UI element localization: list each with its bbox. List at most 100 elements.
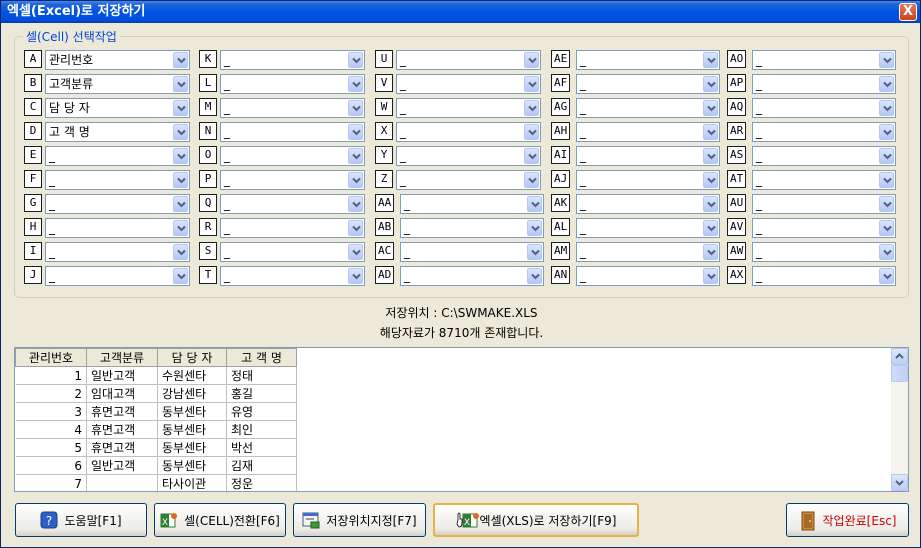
cell-field-select[interactable]: _	[220, 122, 365, 142]
cell-field-select[interactable]: _	[576, 122, 720, 142]
dropdown-arrow-button[interactable]	[173, 268, 188, 284]
vertical-scrollbar[interactable]	[891, 348, 908, 491]
cell-field-select[interactable]: _	[45, 170, 190, 190]
dropdown-arrow-button[interactable]	[703, 76, 718, 92]
dropdown-arrow-button[interactable]	[173, 148, 188, 164]
cell-field-select[interactable]: _	[220, 170, 365, 190]
table-row[interactable]: 6 일반고객 동부센타 김재	[15, 456, 297, 475]
cell-field-select[interactable]: _	[400, 266, 544, 286]
cell-field-select[interactable]: _	[400, 218, 544, 238]
dropdown-arrow-button[interactable]	[527, 196, 542, 212]
column-header[interactable]: 고객분류	[86, 348, 158, 367]
dropdown-arrow-button[interactable]	[703, 220, 718, 236]
scroll-down-button[interactable]	[891, 474, 908, 491]
dropdown-arrow-button[interactable]	[348, 76, 363, 92]
dropdown-arrow-button[interactable]	[879, 76, 894, 92]
dropdown-arrow-button[interactable]	[348, 244, 363, 260]
scroll-thumb[interactable]	[891, 365, 908, 382]
cell-field-select[interactable]: _	[752, 266, 896, 286]
title-bar[interactable]: 엑셀(Excel)로 저장하기 X	[1, 1, 920, 23]
table-row[interactable]: 7 타사이관 정운	[15, 474, 297, 491]
cell-field-select[interactable]: _	[576, 74, 720, 94]
cell-field-select[interactable]: _	[45, 146, 190, 166]
cell-field-select[interactable]: _	[576, 218, 720, 238]
dropdown-arrow-button[interactable]	[703, 244, 718, 260]
dropdown-arrow-button[interactable]	[173, 220, 188, 236]
cell-field-select[interactable]: _	[220, 50, 365, 70]
cell-field-select[interactable]: 고 객 명	[45, 122, 190, 142]
cell-field-select[interactable]: _	[576, 170, 720, 190]
cell-field-select[interactable]: _	[45, 266, 190, 286]
dropdown-arrow-button[interactable]	[524, 172, 539, 188]
scroll-up-button[interactable]	[891, 348, 908, 365]
dropdown-arrow-button[interactable]	[173, 100, 188, 116]
cell-field-select[interactable]: _	[220, 194, 365, 214]
dropdown-arrow-button[interactable]	[348, 220, 363, 236]
help-button[interactable]: ? 도움말[F1]	[15, 503, 147, 537]
dropdown-arrow-button[interactable]	[348, 172, 363, 188]
dropdown-arrow-button[interactable]	[173, 196, 188, 212]
dropdown-arrow-button[interactable]	[524, 148, 539, 164]
dropdown-arrow-button[interactable]	[879, 244, 894, 260]
dropdown-arrow-button[interactable]	[524, 124, 539, 140]
dropdown-arrow-button[interactable]	[348, 124, 363, 140]
cell-field-select[interactable]: _	[220, 266, 365, 286]
dropdown-arrow-button[interactable]	[173, 124, 188, 140]
save-location-button[interactable]: 저장위치지정[F7]	[293, 503, 426, 537]
dropdown-arrow-button[interactable]	[173, 172, 188, 188]
dropdown-arrow-button[interactable]	[173, 52, 188, 68]
cell-field-select[interactable]: 고객분류	[45, 74, 190, 94]
cell-field-select[interactable]: _	[752, 170, 896, 190]
cell-field-select[interactable]: _	[400, 194, 544, 214]
dropdown-arrow-button[interactable]	[527, 244, 542, 260]
dropdown-arrow-button[interactable]	[879, 220, 894, 236]
dropdown-arrow-button[interactable]	[173, 244, 188, 260]
dropdown-arrow-button[interactable]	[879, 100, 894, 116]
cell-field-select[interactable]: _	[576, 98, 720, 118]
dropdown-arrow-button[interactable]	[524, 100, 539, 116]
dropdown-arrow-button[interactable]	[348, 52, 363, 68]
preview-grid[interactable]: 관리번호 고객분류 담 당 자고 객 명 1 일반고객 수원센타 정태 2 임대고객 강남센타 홍…	[14, 347, 909, 492]
cell-field-select[interactable]: _	[576, 194, 720, 214]
cell-field-select[interactable]: _	[752, 122, 896, 142]
dropdown-arrow-button[interactable]	[879, 268, 894, 284]
cell-field-select[interactable]: _	[396, 122, 541, 142]
dropdown-arrow-button[interactable]	[703, 100, 718, 116]
finish-button[interactable]: 작업완료[Esc]	[786, 503, 909, 537]
dropdown-arrow-button[interactable]	[703, 196, 718, 212]
column-header[interactable]: 관리번호	[15, 348, 87, 367]
table-row[interactable]: 2 임대고객 강남센타 홍길	[15, 384, 297, 403]
cell-field-select[interactable]: _	[576, 266, 720, 286]
cell-field-select[interactable]: _	[752, 50, 896, 70]
dropdown-arrow-button[interactable]	[348, 100, 363, 116]
cell-field-select[interactable]: _	[396, 170, 541, 190]
cell-field-select[interactable]: _	[220, 74, 365, 94]
cell-field-select[interactable]: _	[576, 242, 720, 262]
table-row[interactable]: 3 휴면고객 동부센타 유영	[15, 402, 297, 421]
cell-field-select[interactable]: 관리번호	[45, 50, 190, 70]
cell-field-select[interactable]: _	[400, 242, 544, 262]
cell-field-select[interactable]: _	[396, 98, 541, 118]
dropdown-arrow-button[interactable]	[348, 196, 363, 212]
cell-field-select[interactable]: _	[396, 50, 541, 70]
cell-field-select[interactable]: _	[45, 242, 190, 262]
cell-field-select[interactable]: _	[220, 218, 365, 238]
dropdown-arrow-button[interactable]	[527, 220, 542, 236]
dropdown-arrow-button[interactable]	[348, 268, 363, 284]
dropdown-arrow-button[interactable]	[348, 148, 363, 164]
dropdown-arrow-button[interactable]	[527, 268, 542, 284]
dropdown-arrow-button[interactable]	[524, 52, 539, 68]
cell-field-select[interactable]: _	[752, 146, 896, 166]
cell-field-select[interactable]: _	[220, 146, 365, 166]
cell-field-select[interactable]: _	[45, 218, 190, 238]
dropdown-arrow-button[interactable]	[879, 196, 894, 212]
dropdown-arrow-button[interactable]	[703, 268, 718, 284]
cell-field-select[interactable]: _	[45, 194, 190, 214]
dropdown-arrow-button[interactable]	[703, 148, 718, 164]
table-row[interactable]: 5 휴면고객 동부센타 박선	[15, 438, 297, 457]
table-row[interactable]: 1 일반고객 수원센타 정태	[15, 366, 297, 385]
cell-field-select[interactable]: _	[752, 74, 896, 94]
dropdown-arrow-button[interactable]	[173, 76, 188, 92]
column-header[interactable]: 담 당 자	[157, 348, 227, 367]
close-button[interactable]: X	[899, 3, 917, 21]
